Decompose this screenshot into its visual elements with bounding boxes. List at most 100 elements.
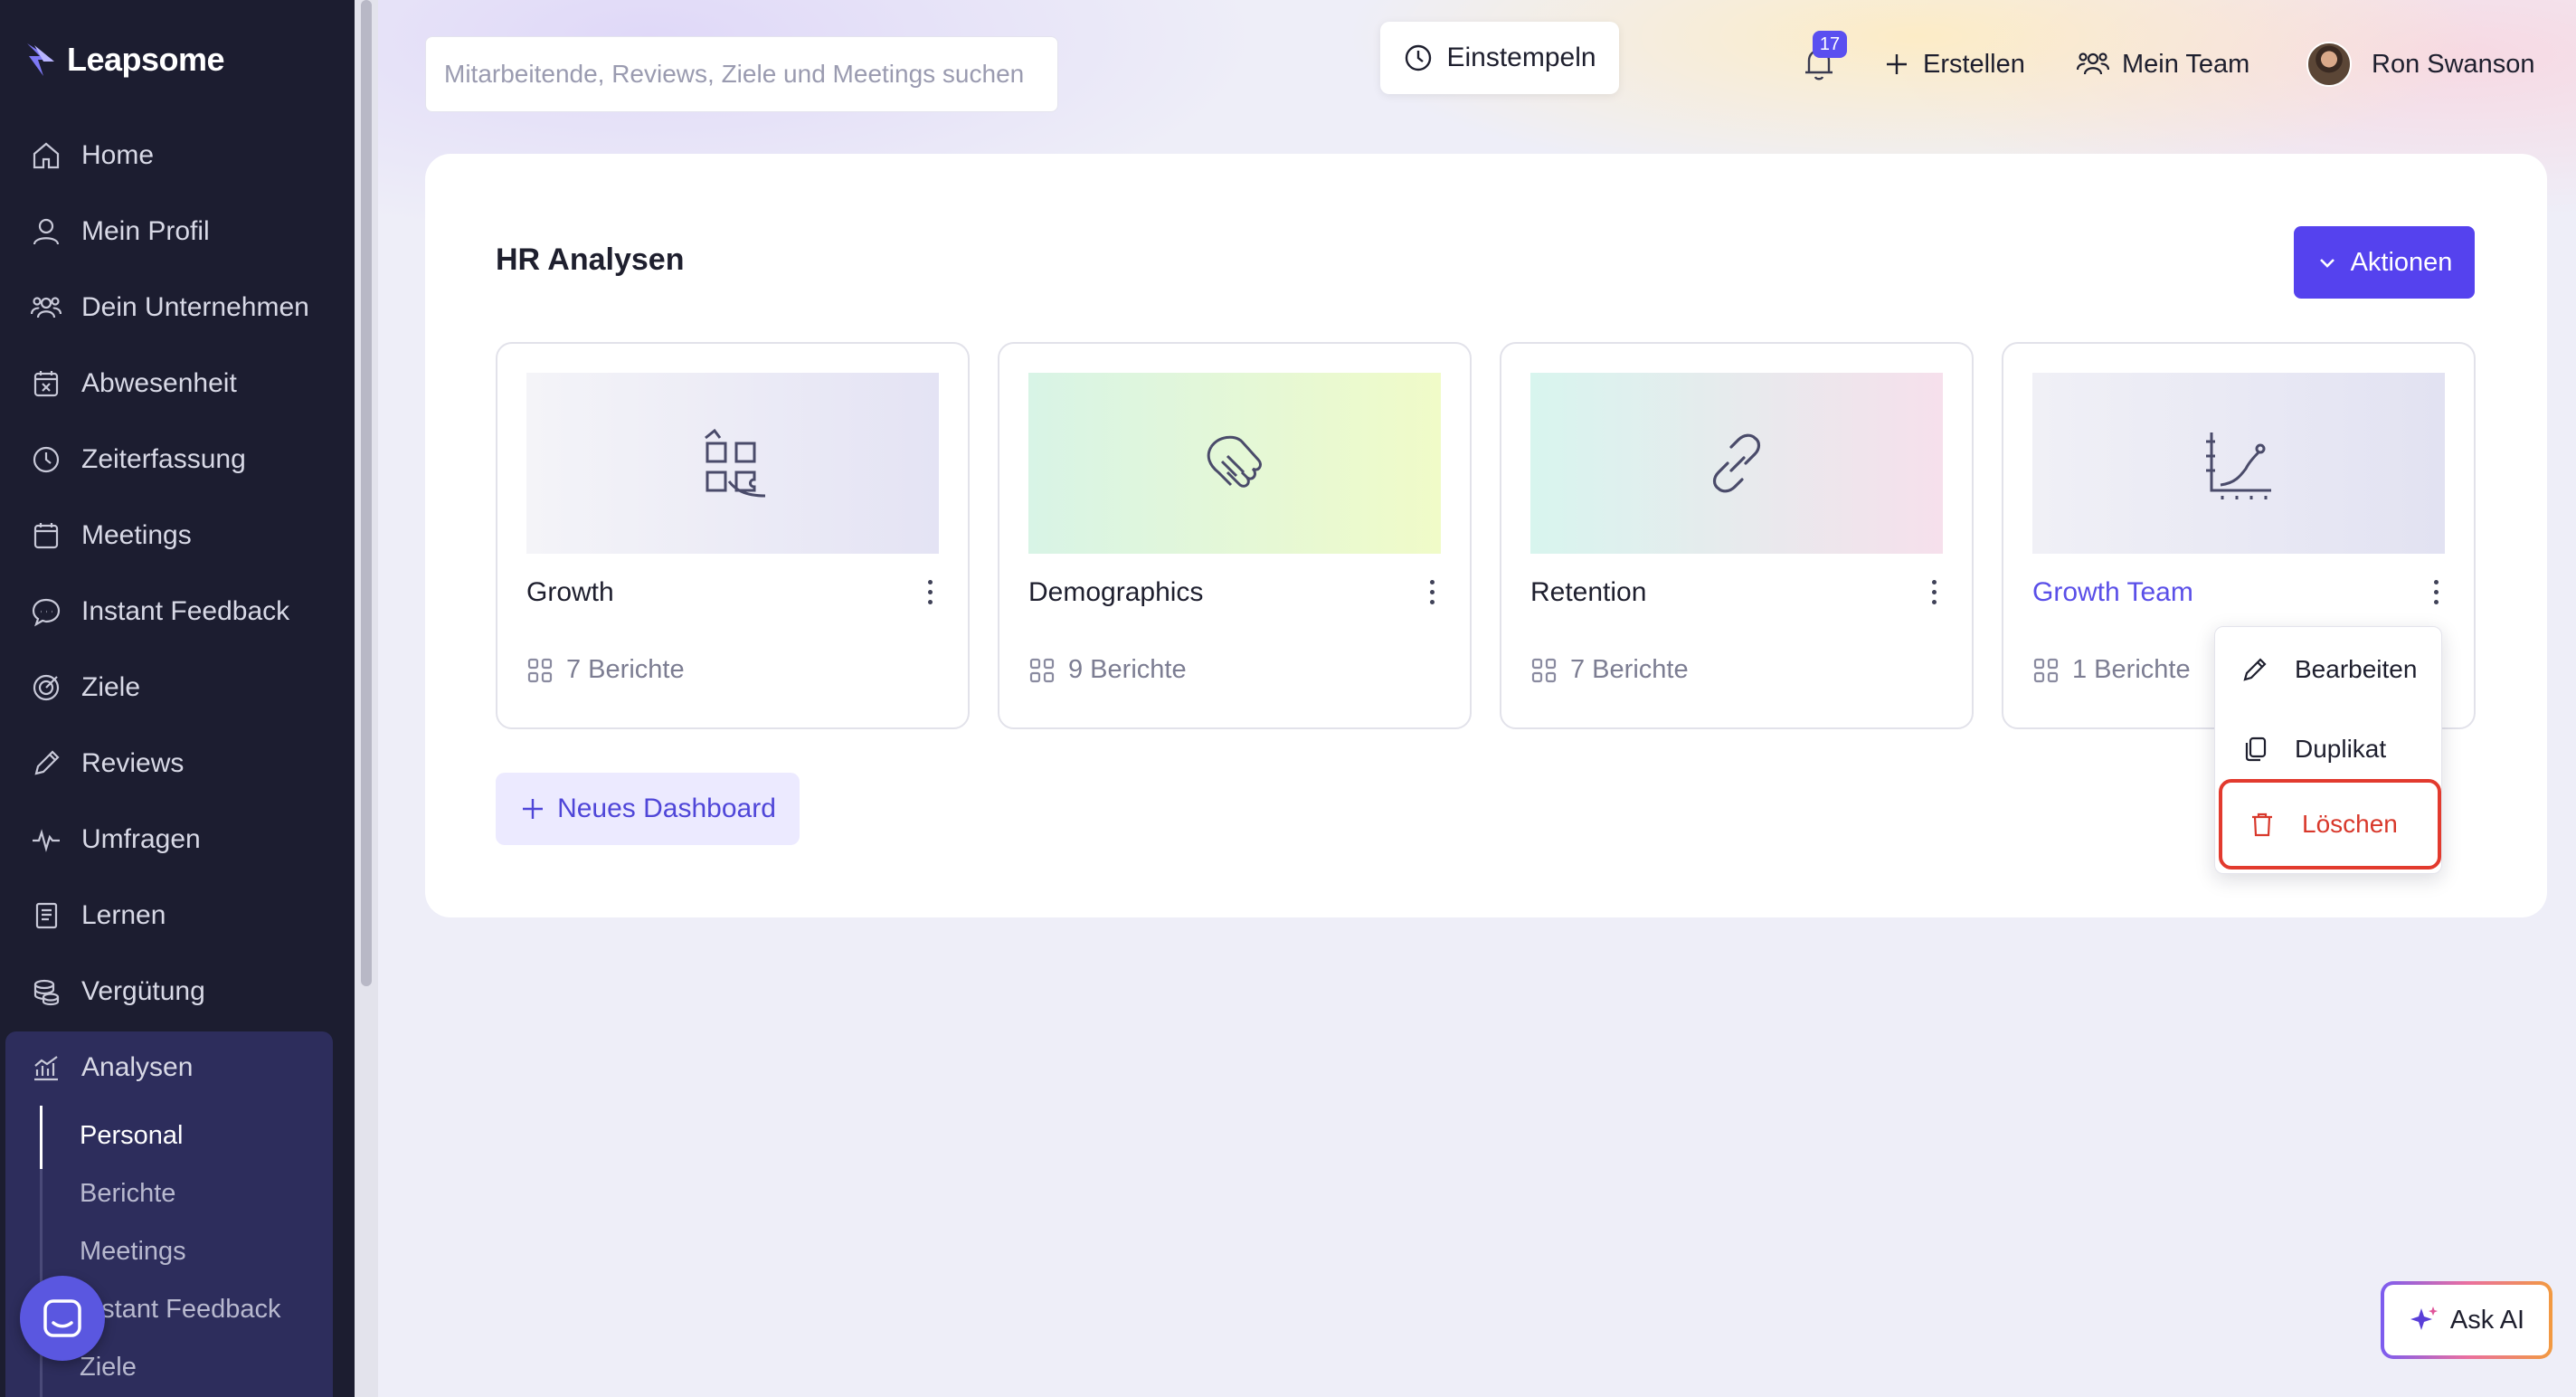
grid-icon bbox=[2033, 658, 2059, 682]
sidebar-item-label: Abwesenheit bbox=[81, 368, 237, 398]
target-icon bbox=[33, 674, 60, 701]
chat-bubble-icon bbox=[32, 598, 61, 627]
chart-icon bbox=[34, 1056, 58, 1081]
sidebar-item-label: Home bbox=[81, 140, 155, 170]
sidebar-item-zeiterfassung[interactable]: Zeiterfassung bbox=[31, 432, 329, 487]
copy-icon bbox=[2245, 737, 2267, 762]
clock-in-button[interactable]: Einstempeln bbox=[1380, 22, 1619, 94]
brand-logo[interactable]: Leapsome bbox=[25, 36, 225, 83]
report-count-label: 1 Berichte bbox=[2072, 655, 2191, 684]
create-button[interactable]: Erstellen bbox=[1883, 42, 2025, 87]
sidebar-scrollbar[interactable] bbox=[355, 0, 378, 1397]
dashboard-name[interactable]: Growth bbox=[526, 577, 614, 608]
sidebar-subitem-instant-feedback[interactable]: Instant Feedback bbox=[80, 1287, 280, 1332]
pencil-icon bbox=[34, 750, 60, 775]
dashboard-thumbnail bbox=[526, 373, 939, 554]
user-menu[interactable]: Ron Swanson bbox=[2372, 42, 2535, 87]
sidebar-item-reviews[interactable]: Reviews bbox=[31, 737, 329, 791]
search-input[interactable] bbox=[444, 60, 1039, 89]
dashboard-name[interactable]: Retention bbox=[1530, 577, 1646, 608]
sidebar-item-verguetung[interactable]: Vergütung bbox=[31, 965, 329, 1019]
dashboard-thumbnail bbox=[1028, 373, 1441, 554]
dashboard-card-retention[interactable]: Retention 7 Berichte bbox=[1500, 342, 1974, 729]
sidebar-item-analysen[interactable]: Analysen bbox=[31, 1041, 329, 1095]
sidebar-item-label: Vergütung bbox=[81, 976, 205, 1006]
menu-item-edit[interactable]: Bearbeiten bbox=[2215, 631, 2443, 708]
sidebar-item-label: Umfragen bbox=[81, 824, 201, 854]
menu-item-label: Bearbeiten bbox=[2295, 655, 2418, 683]
sidebar-item-instant-feedback[interactable]: Instant Feedback bbox=[31, 584, 329, 639]
dashboard-thumbnail bbox=[2032, 373, 2445, 554]
dashboard-context-menu: Bearbeiten Duplikat Löschen bbox=[2214, 626, 2442, 874]
clock-in-label: Einstempeln bbox=[1446, 43, 1596, 72]
plus-icon bbox=[523, 799, 544, 819]
home-icon bbox=[33, 142, 60, 169]
team-icon bbox=[2077, 52, 2109, 75]
sidebar-item-home[interactable]: Home bbox=[31, 128, 329, 183]
avatar[interactable] bbox=[2306, 42, 2352, 87]
menu-item-label: Löschen bbox=[2302, 810, 2398, 838]
dashboard-name[interactable]: Demographics bbox=[1028, 577, 1203, 608]
sidebar-item-ziele[interactable]: Ziele bbox=[31, 660, 329, 715]
notifications-badge: 17 bbox=[1813, 31, 1847, 58]
sidebar-subitem-meetings[interactable]: Meetings bbox=[80, 1229, 186, 1274]
more-options-icon[interactable] bbox=[2425, 572, 2447, 612]
sidebar-item-abwesenheit[interactable]: Abwesenheit bbox=[31, 356, 329, 411]
people-icon bbox=[31, 297, 62, 318]
link-icon bbox=[1712, 433, 1761, 493]
active-indicator bbox=[40, 1106, 43, 1169]
sidebar-item-dein-unternehmen[interactable]: Dein Unternehmen bbox=[31, 280, 329, 335]
more-options-icon[interactable] bbox=[1923, 572, 1945, 612]
calendar-icon bbox=[33, 523, 59, 549]
sidebar-item-label: Dein Unternehmen bbox=[81, 292, 309, 322]
dashboard-name[interactable]: Growth Team bbox=[2032, 577, 2193, 608]
chat-launcher-button[interactable] bbox=[20, 1276, 105, 1361]
dashboard-thumbnail bbox=[1530, 373, 1943, 554]
sidebar-subitem-personal[interactable]: Personal bbox=[80, 1113, 183, 1158]
scrollbar-thumb[interactable] bbox=[361, 0, 372, 986]
new-dashboard-button[interactable]: Neues Dashboard bbox=[496, 773, 800, 845]
brand-name: Leapsome bbox=[67, 41, 225, 78]
sidebar-subitem-berichte[interactable]: Berichte bbox=[80, 1171, 175, 1216]
more-options-icon[interactable] bbox=[919, 572, 941, 612]
ask-ai-inner: Ask AI bbox=[2384, 1285, 2549, 1355]
book-icon bbox=[35, 902, 58, 929]
more-options-icon[interactable] bbox=[1421, 572, 1443, 612]
menu-item-delete[interactable]: Löschen bbox=[2219, 779, 2441, 870]
trash-icon bbox=[2252, 813, 2272, 837]
sidebar-item-label: Reviews bbox=[81, 748, 185, 778]
menu-item-duplicate[interactable]: Duplikat bbox=[2215, 710, 2443, 788]
my-team-button[interactable]: Mein Team bbox=[2077, 42, 2249, 87]
new-dashboard-label: Neues Dashboard bbox=[557, 794, 776, 823]
sidebar-item-meetings[interactable]: Meetings bbox=[31, 508, 329, 563]
chat-icon bbox=[43, 1299, 81, 1337]
sparkle-icon bbox=[2410, 1307, 2438, 1330]
create-label: Erstellen bbox=[1923, 49, 2025, 79]
dashboard-card-growth[interactable]: Growth 7 Berichte bbox=[496, 342, 970, 729]
ask-ai-button[interactable]: Ask AI bbox=[2381, 1281, 2552, 1359]
page-title: HR Analysen bbox=[496, 242, 685, 277]
clock-icon bbox=[33, 446, 60, 473]
clock-icon bbox=[1406, 44, 1432, 71]
dashboard-report-count: 1 Berichte bbox=[2032, 655, 2191, 685]
grid-icon bbox=[1531, 658, 1557, 682]
actions-label: Aktionen bbox=[2350, 247, 2453, 277]
ask-ai-label: Ask AI bbox=[2449, 1305, 2525, 1335]
growth-chart-icon bbox=[2206, 432, 2271, 499]
sidebar-item-mein-profil[interactable]: Mein Profil bbox=[31, 204, 329, 259]
dashboard-card-demographics[interactable]: Demographics 9 Berichte bbox=[998, 342, 1472, 729]
user-icon bbox=[33, 218, 60, 245]
leapsome-logo-icon bbox=[27, 43, 54, 76]
handshake-icon bbox=[1207, 435, 1262, 488]
puzzle-hand-icon bbox=[705, 428, 766, 498]
sidebar-item-umfragen[interactable]: Umfragen bbox=[31, 813, 329, 867]
report-count-label: 7 Berichte bbox=[1570, 655, 1689, 684]
sidebar-item-label: Instant Feedback bbox=[81, 596, 290, 626]
plus-icon bbox=[1887, 54, 1907, 74]
global-search[interactable] bbox=[425, 36, 1058, 112]
sidebar-item-label: Zeiterfassung bbox=[81, 444, 246, 474]
user-name: Ron Swanson bbox=[2372, 49, 2535, 79]
actions-dropdown-button[interactable]: Aktionen bbox=[2294, 226, 2475, 299]
sidebar-item-lernen[interactable]: Lernen bbox=[31, 889, 329, 943]
sidebar-item-label: Lernen bbox=[81, 900, 166, 930]
